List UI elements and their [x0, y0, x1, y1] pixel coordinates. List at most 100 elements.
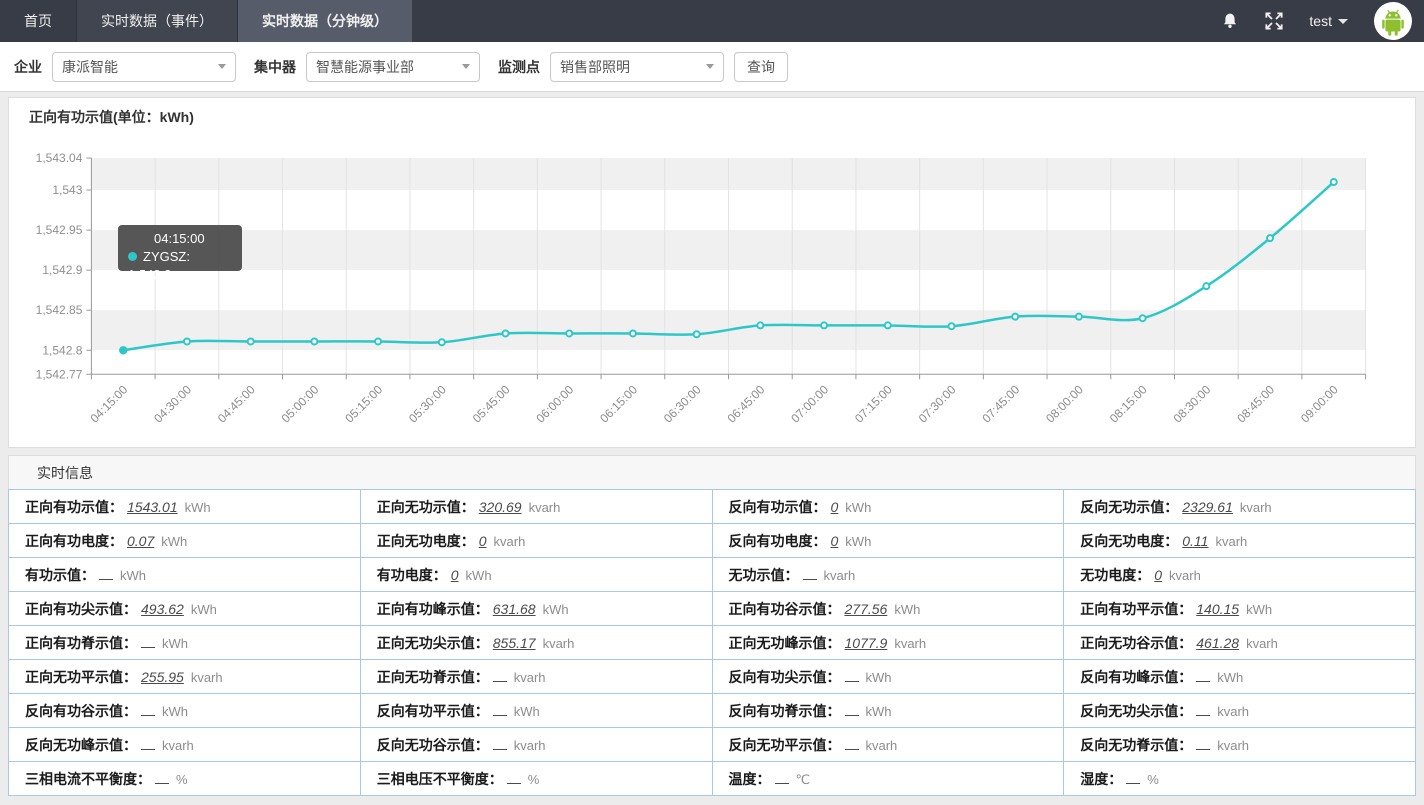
x-axis-label: 05:00:00 — [279, 382, 322, 425]
user-name: test — [1309, 13, 1332, 29]
cell-label: 正向无功谷示值： — [1080, 635, 1192, 651]
data-point[interactable] — [630, 330, 636, 336]
info-cell: 正向有功电度：0.07kWh — [9, 524, 361, 558]
data-point[interactable] — [948, 323, 954, 329]
cell-value[interactable]: 0 — [479, 533, 487, 549]
data-point[interactable] — [694, 331, 700, 337]
cell-unit: kvarh — [543, 636, 575, 651]
x-axis-label: 07:30:00 — [916, 382, 959, 425]
cell-value[interactable]: 493.62 — [141, 601, 184, 617]
cell-value[interactable]: 255.95 — [141, 669, 184, 685]
info-cell: 正向无功尖示值：855.17 kvarh — [360, 626, 712, 660]
data-point[interactable] — [821, 322, 827, 328]
cell-value — [845, 706, 859, 716]
cell-value[interactable]: 140.15 — [1196, 601, 1239, 617]
cell-unit: kWh — [845, 534, 871, 549]
data-point[interactable] — [1140, 315, 1146, 321]
x-axis-label: 06:00:00 — [533, 382, 576, 425]
cell-unit: kvarh — [894, 636, 926, 651]
cell-value[interactable]: 0.07 — [127, 533, 154, 549]
cell-value[interactable]: 320.69 — [479, 499, 522, 515]
cell-value[interactable]: 631.68 — [493, 601, 536, 617]
filter-label-1: 集中器 — [254, 57, 296, 77]
data-point[interactable] — [757, 322, 763, 328]
cell-unit: kWh — [162, 636, 188, 651]
fullscreen-icon[interactable] — [1265, 12, 1283, 30]
cell-label: 无功示值： — [729, 567, 799, 583]
filter-select-1[interactable]: 智慧能源事业部 — [306, 52, 480, 82]
nav-tab-2[interactable]: 实时数据（分钟级） — [238, 0, 412, 42]
cell-value[interactable]: 0 — [1154, 567, 1162, 583]
user-menu[interactable]: test — [1309, 13, 1348, 29]
info-cell: 反向无功峰示值：kvarh — [9, 728, 361, 762]
cell-label: 反向有功电度： — [729, 533, 827, 549]
cell-value[interactable]: 461.28 — [1196, 635, 1239, 651]
data-point[interactable] — [311, 338, 317, 344]
filter-select-0[interactable]: 康派智能 — [52, 52, 236, 82]
query-button[interactable]: 查询 — [734, 52, 788, 82]
cell-label: 无功电度： — [1080, 567, 1150, 583]
filter-select-2[interactable]: 销售部照明 — [550, 52, 724, 82]
cell-value — [1196, 672, 1210, 682]
cell-value[interactable]: 855.17 — [493, 635, 536, 651]
data-point[interactable] — [1076, 314, 1082, 320]
data-point[interactable] — [503, 330, 509, 336]
filter-label-0: 企业 — [14, 57, 42, 77]
info-cell: 正向有功脊示值：kWh — [9, 626, 361, 660]
info-cell: 反向有功峰示值：kWh — [1064, 660, 1416, 694]
data-point[interactable] — [1012, 314, 1018, 320]
cell-value[interactable]: 0 — [831, 499, 839, 515]
cell-value — [155, 774, 169, 784]
info-cell: 正向无功脊示值：kvarh — [360, 660, 712, 694]
data-point-active[interactable] — [119, 346, 127, 354]
cell-value[interactable]: 2329.61 — [1182, 499, 1233, 515]
cell-value[interactable]: 0 — [451, 567, 459, 583]
cell-value — [141, 638, 155, 648]
cell-label: 正向有功平示值： — [1080, 601, 1192, 617]
table-row: 三相电流不平衡度：%三相电压不平衡度：%温度：℃湿度：% — [9, 762, 1416, 796]
cell-unit: kvarh — [514, 738, 546, 753]
info-cell: 正向无功电度：0kvarh — [360, 524, 712, 558]
cell-unit: kvarh — [529, 500, 561, 515]
data-point[interactable] — [375, 338, 381, 344]
cell-unit: % — [1147, 772, 1159, 787]
cell-unit: kvarh — [1240, 500, 1272, 515]
cell-unit: kvarh — [1217, 704, 1249, 719]
data-point[interactable] — [1331, 179, 1337, 185]
cell-label: 正向无功尖示值： — [377, 635, 489, 651]
cell-value[interactable]: 1543.01 — [127, 499, 178, 515]
cell-unit: kvarh — [1246, 636, 1278, 651]
nav-tab-1[interactable]: 实时数据（事件） — [76, 0, 238, 42]
cell-value[interactable]: 1077.9 — [845, 635, 888, 651]
cell-value — [493, 740, 507, 750]
cell-value[interactable]: 0.11 — [1182, 533, 1208, 549]
bell-icon[interactable] — [1221, 12, 1239, 30]
chevron-down-icon — [706, 64, 714, 69]
cell-label: 正向有功尖示值： — [25, 601, 137, 617]
cell-value[interactable]: 277.56 — [845, 601, 888, 617]
top-navbar: 首页实时数据（事件）实时数据（分钟级） test — [0, 0, 1424, 42]
data-point[interactable] — [885, 322, 891, 328]
cell-value[interactable]: 0 — [831, 533, 839, 549]
cell-label: 反向有功平示值： — [377, 703, 489, 719]
x-axis-label: 08:45:00 — [1234, 382, 1277, 425]
cell-unit: kWh — [845, 500, 871, 515]
cell-label: 正向有功谷示值： — [729, 601, 841, 617]
selected-value: 康派智能 — [62, 57, 118, 77]
nav-tab-0[interactable]: 首页 — [0, 0, 76, 42]
info-cell: 反向无功示值：2329.61kvarh — [1064, 490, 1416, 524]
cell-unit: kvarh — [866, 738, 898, 753]
data-point[interactable] — [1203, 283, 1209, 289]
data-point[interactable] — [1267, 235, 1273, 241]
info-cell: 反向有功尖示值：kWh — [712, 660, 1064, 694]
cell-unit: kWh — [120, 568, 146, 583]
line-chart[interactable]: 1,542.771,542.81,542.851,542.91,542.951,… — [9, 126, 1415, 446]
cell-unit: kWh — [543, 602, 569, 617]
data-point[interactable] — [566, 330, 572, 336]
android-avatar[interactable] — [1374, 2, 1412, 40]
data-point[interactable] — [439, 339, 445, 345]
cell-value — [803, 570, 817, 580]
data-point[interactable] — [184, 338, 190, 344]
cell-label: 三相电流不平衡度： — [25, 771, 151, 787]
data-point[interactable] — [248, 338, 254, 344]
